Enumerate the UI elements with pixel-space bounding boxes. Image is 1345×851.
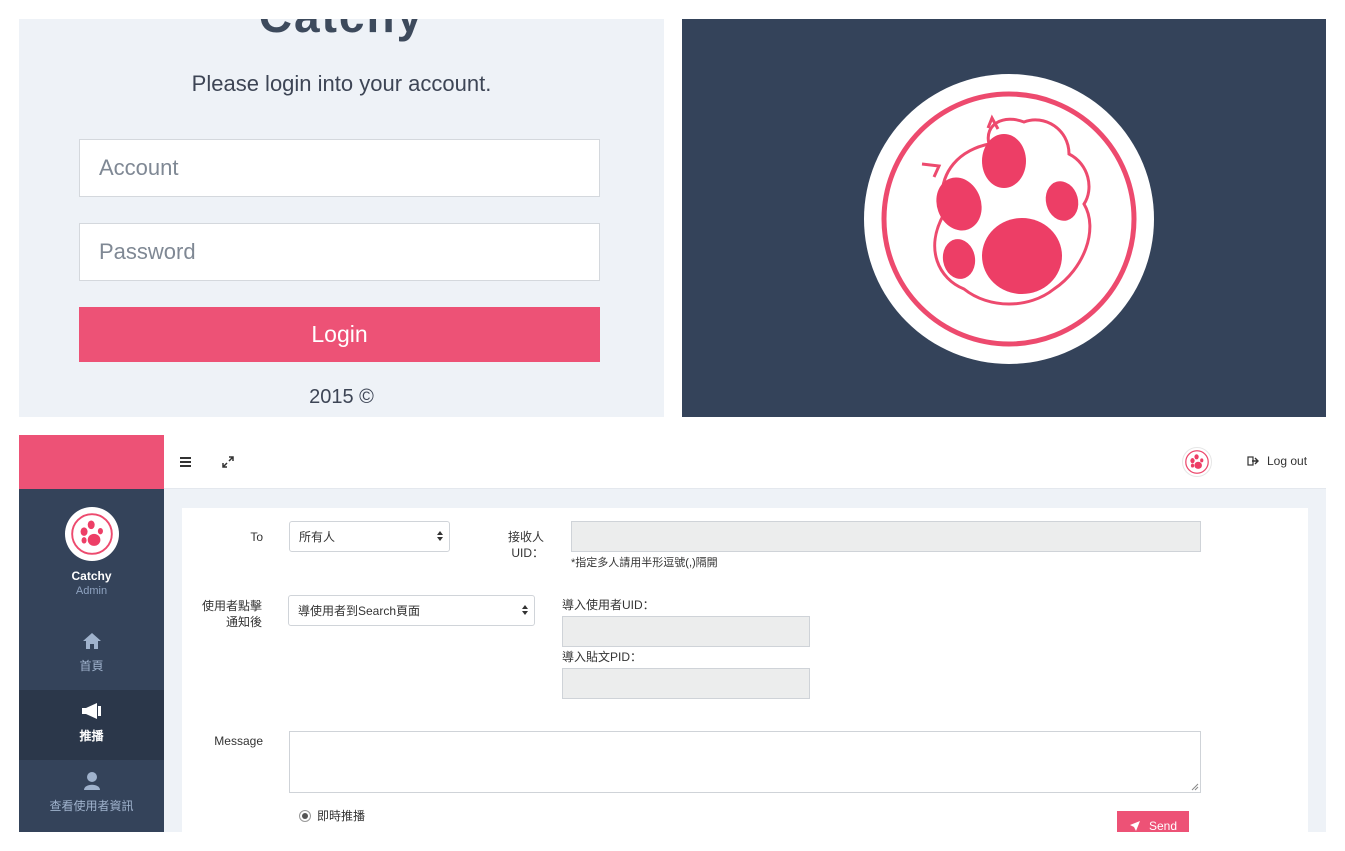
import-uid-input[interactable]: [562, 616, 810, 647]
sidebar-item-label: 首頁: [79, 659, 104, 673]
import-uid-label: 導入使用者UID：: [562, 598, 655, 612]
user-icon: [83, 772, 100, 790]
topbar: Log out: [164, 435, 1326, 489]
sidebar-item-home[interactable]: 首頁: [19, 620, 164, 690]
paw-logo-icon: [70, 513, 113, 555]
login-subtitle: Please login into your account.: [191, 71, 492, 96]
import-pid-label: 導入貼文PID：: [562, 650, 643, 664]
login-panel: Catchy Please login into your account. L…: [19, 19, 664, 417]
sidebar-item-push[interactable]: 推播: [19, 690, 164, 760]
select-arrows-icon: [437, 531, 443, 541]
account-input[interactable]: [79, 139, 600, 197]
action-label: 使用者點擊 通知後: [192, 598, 262, 630]
hamburger-menu-icon[interactable]: [179, 454, 193, 470]
paw-logo-icon: [864, 74, 1154, 364]
recipient-uid-label: 接收人 UID：: [482, 529, 544, 561]
megaphone-icon: [81, 703, 101, 719]
resize-handle-icon[interactable]: [1191, 783, 1199, 791]
paper-plane-icon: [1129, 821, 1140, 831]
radio-instant[interactable]: 即時推播: [299, 807, 365, 824]
sidebar-header: [19, 435, 164, 489]
push-form-card: To 所有人 接收人 UID： *指定多人請用半形逗號(,)隔開 使用者點擊 通…: [182, 508, 1308, 832]
expand-icon[interactable]: [221, 455, 235, 469]
to-select[interactable]: 所有人: [289, 521, 450, 552]
message-label: Message: [214, 734, 263, 748]
send-button[interactable]: Send: [1117, 811, 1189, 832]
admin-app: Catchy Admin 首頁 推播 查看使用者資訊 Log out To 所有…: [19, 435, 1326, 832]
message-textarea[interactable]: [289, 731, 1201, 793]
home-icon: [82, 633, 101, 649]
sidebar-profile: Catchy Admin: [19, 507, 164, 597]
logo-panel: [682, 19, 1326, 417]
select-arrows-icon: [522, 605, 528, 615]
logout-icon: [1247, 456, 1259, 466]
avatar: [64, 507, 119, 561]
to-label: To: [250, 530, 263, 544]
login-brand-title: Catchy: [19, 19, 664, 43]
import-pid-input[interactable]: [562, 668, 810, 699]
logout-label: Log out: [1267, 454, 1308, 468]
recipient-label-line2: UID：: [511, 546, 544, 560]
recipient-hint: *指定多人請用半形逗號(,)隔開: [571, 557, 718, 569]
action-select-value: 導使用者到Search頁面: [298, 604, 421, 618]
sidebar: Catchy Admin 首頁 推播 查看使用者資訊: [19, 435, 164, 832]
paw-logo-icon: [1185, 450, 1209, 474]
profile-name: Catchy: [71, 569, 112, 583]
action-label-line2: 通知後: [225, 615, 262, 629]
sidebar-item-label: 推播: [79, 729, 104, 743]
login-button[interactable]: Login: [79, 307, 600, 362]
recipient-label-line1: 接收人: [507, 530, 544, 544]
password-input[interactable]: [79, 223, 600, 281]
radio-button[interactable]: [299, 809, 311, 822]
user-avatar[interactable]: [1182, 447, 1212, 477]
recipient-uid-input[interactable]: [571, 521, 1201, 552]
action-label-line1: 使用者點擊: [201, 599, 262, 613]
send-label: Send: [1148, 819, 1178, 832]
logout-button[interactable]: Log out: [1247, 454, 1307, 468]
to-select-value: 所有人: [299, 530, 336, 544]
sidebar-item-user-info[interactable]: 查看使用者資訊: [19, 760, 164, 830]
sidebar-item-label: 查看使用者資訊: [49, 799, 134, 813]
profile-role: Admin: [75, 585, 108, 597]
action-select[interactable]: 導使用者到Search頁面: [288, 595, 535, 626]
radio-instant-label: 即時推播: [317, 809, 366, 823]
copyright-footer: 2015 ©: [309, 386, 374, 408]
